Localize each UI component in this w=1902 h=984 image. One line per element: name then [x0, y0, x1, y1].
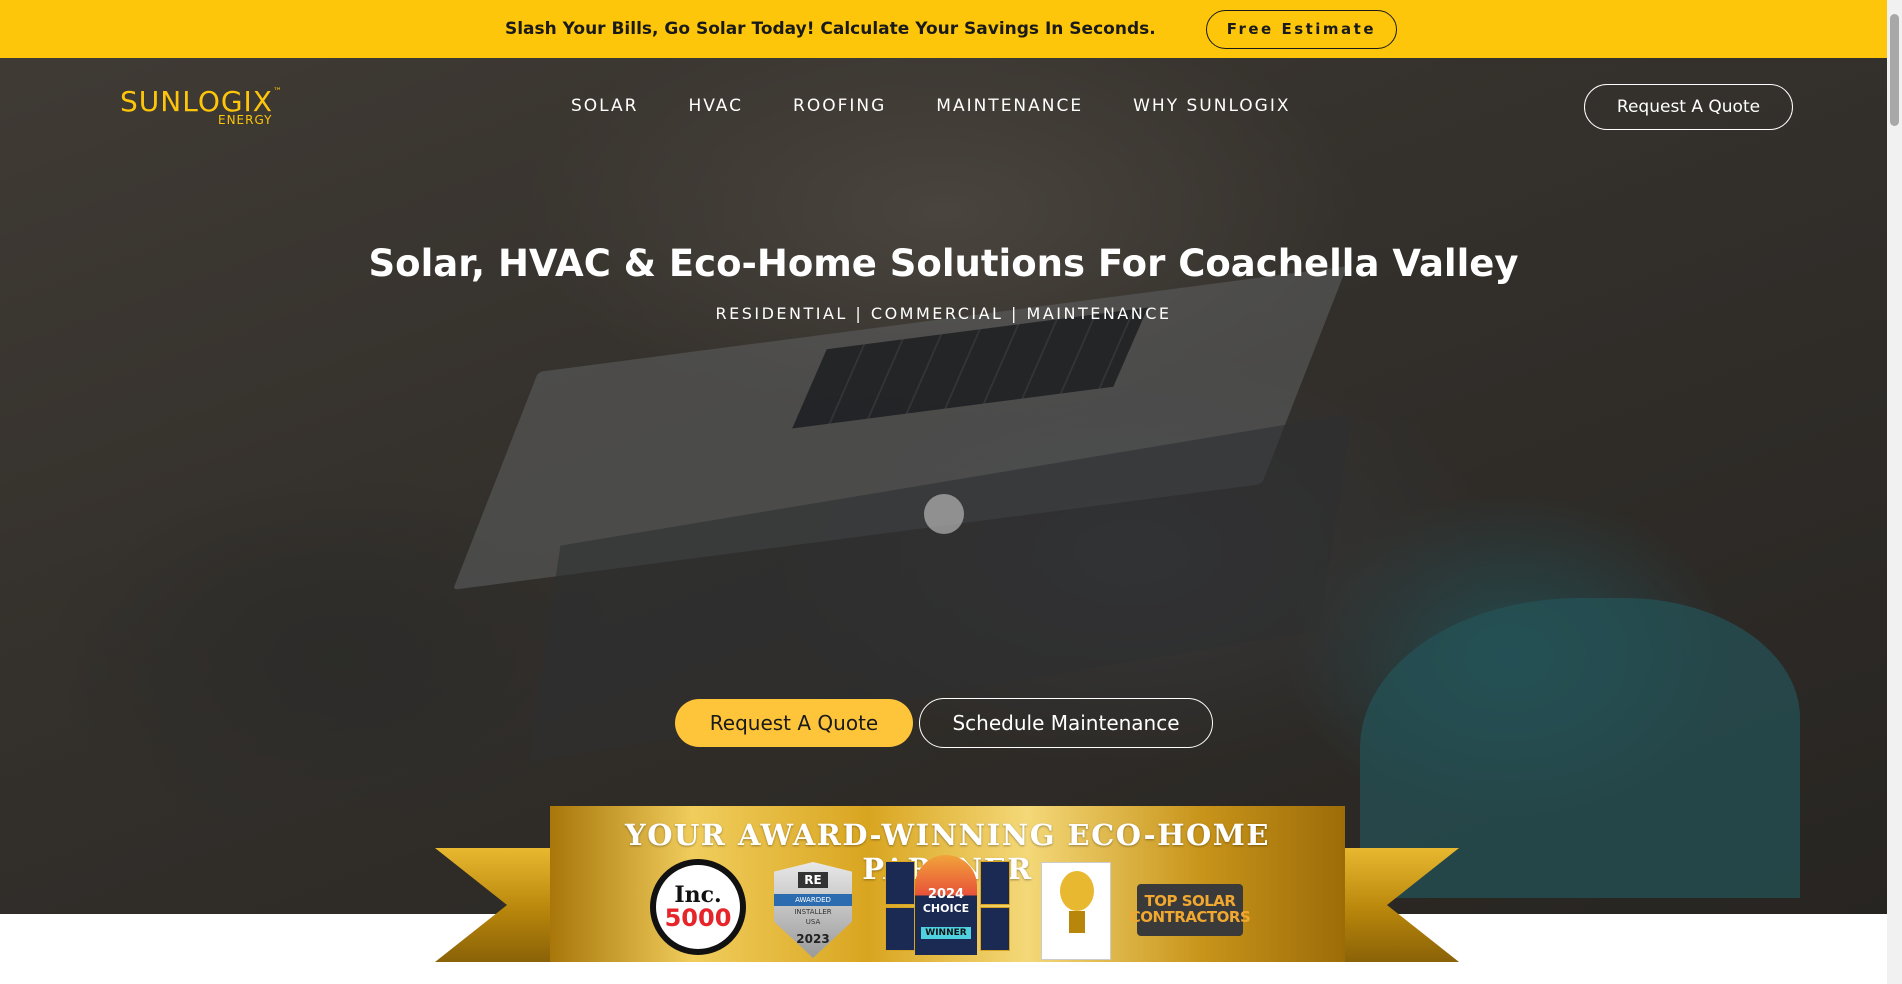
- nav-roofing[interactable]: ROOFING: [793, 96, 886, 116]
- sunlogix-logo[interactable]: SUNLOGIX™ ENERGY: [120, 87, 282, 127]
- nav-solar[interactable]: SOLAR: [571, 96, 638, 116]
- choice-awards-badge: 2024 CHOICE WINNER: [885, 855, 1010, 955]
- hero-request-quote-button[interactable]: Request A Quote: [675, 699, 913, 747]
- shield-installer-label: INSTALLER: [794, 908, 832, 916]
- schedule-maintenance-button[interactable]: Schedule Maintenance: [919, 698, 1213, 748]
- nav-why-sunlogix[interactable]: WHY SUNLOGIX: [1133, 96, 1290, 116]
- nav-request-quote-button[interactable]: Request A Quote: [1584, 84, 1793, 130]
- topsolar-line2: CONTRACTORS: [1129, 908, 1251, 926]
- lightning-bolt-icon: [1060, 871, 1094, 911]
- page-scrollbar[interactable]: [1887, 0, 1902, 984]
- promo-text: Slash Your Bills, Go Solar Today! Calcul…: [504, 19, 1156, 39]
- trophy-base-icon: [1069, 911, 1085, 933]
- nav-hvac[interactable]: HVAC: [688, 96, 743, 116]
- trophy-award-badge: [1041, 862, 1111, 960]
- choice-year: 2024: [927, 887, 965, 902]
- shield-country-label: USA: [805, 918, 821, 926]
- hero-title: Solar, HVAC & Eco-Home Solutions For Coa…: [368, 242, 1519, 285]
- choice-center-badge: 2024 CHOICE WINNER: [915, 855, 977, 955]
- hero-overlay: [0, 58, 1887, 914]
- choice-winner: WINNER: [921, 927, 971, 939]
- play-dot-icon[interactable]: [924, 494, 964, 534]
- inc-badge-number: 5000: [664, 904, 732, 932]
- hero-section: [0, 58, 1887, 914]
- choice-mini-badge: [885, 861, 915, 905]
- inc-badge-top: Inc.: [674, 882, 722, 908]
- top-solar-contractors-badge: TOP SOLAR CONTRACTORS: [1130, 884, 1251, 936]
- choice-mini-badge: [980, 907, 1010, 951]
- logo-trademark: ™: [273, 87, 282, 97]
- logo-subtitle: ENERGY: [218, 113, 273, 127]
- choice-mini-badge: [980, 861, 1010, 905]
- scrollbar-thumb[interactable]: [1890, 14, 1899, 126]
- promo-bar: Slash Your Bills, Go Solar Today! Calcul…: [0, 0, 1902, 58]
- hero-subtitle: RESIDENTIAL | COMMERCIAL | MAINTENANCE: [715, 304, 1172, 323]
- nav-maintenance[interactable]: MAINTENANCE: [936, 96, 1083, 116]
- main-nav: SOLAR HVAC ROOFING MAINTENANCE WHY SUNLO…: [571, 96, 1291, 116]
- free-estimate-button[interactable]: Free Estimate: [1205, 9, 1398, 49]
- shield-awarded-label: AWARDED: [774, 894, 852, 906]
- inc-5000-badge: Inc. 5000: [650, 859, 746, 955]
- shield-re-label: RE: [798, 872, 828, 888]
- shield-year-label: 2023: [796, 932, 830, 946]
- choice-mini-badge: [885, 907, 915, 951]
- choice-word: CHOICE: [922, 902, 970, 915]
